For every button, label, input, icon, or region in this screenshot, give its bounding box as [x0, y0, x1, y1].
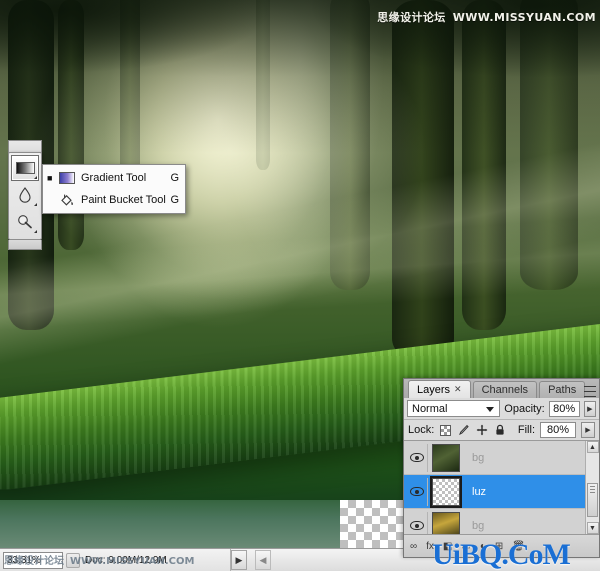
- gradient-icon: [15, 162, 35, 174]
- lock-row[interactable]: Lock: Fill: 80% ▶: [404, 420, 599, 441]
- tab-label: Layers: [417, 383, 451, 396]
- layer-name[interactable]: luz: [472, 486, 486, 498]
- blend-mode-row[interactable]: Normal Opacity: 80% ▶: [404, 398, 599, 420]
- chevron-down-icon: [486, 407, 495, 412]
- fill-slider-button[interactable]: ▶: [581, 422, 595, 438]
- lock-position-icon[interactable]: [475, 424, 488, 437]
- paint-bucket-icon: [57, 193, 77, 208]
- eye-icon: [409, 487, 424, 496]
- blur-icon: [19, 187, 31, 203]
- layer-visibility-toggle[interactable]: [406, 477, 428, 506]
- opacity-label: Opacity:: [504, 402, 545, 415]
- link-layers-icon[interactable]: ∞: [410, 541, 417, 552]
- fill-input[interactable]: 80%: [540, 422, 576, 438]
- table-row[interactable]: bg: [404, 441, 599, 475]
- opacity-slider-button[interactable]: ▶: [583, 400, 596, 417]
- layer-thumbnail-cell[interactable]: [428, 511, 464, 534]
- scrollbar-thumb[interactable]: [587, 483, 598, 517]
- layer-name[interactable]: bg: [472, 520, 484, 532]
- fill-label: Fill:: [517, 424, 535, 436]
- dodge-tool-button[interactable]: [11, 209, 39, 235]
- flyout-label: Paint Bucket Tool: [81, 194, 166, 206]
- tool-flyout-corner-icon: [34, 230, 37, 233]
- layer-style-icon[interactable]: fx: [426, 541, 434, 552]
- document-size-label: Doc: 9.00M/12.9M: [85, 554, 167, 566]
- delete-layer-icon[interactable]: 🗑: [512, 541, 525, 552]
- zoom-level-input[interactable]: 33.31%: [3, 551, 63, 569]
- tab-layers[interactable]: Layers ✕: [408, 380, 471, 398]
- layer-list[interactable]: bg luz bg ▲ ▼: [404, 441, 599, 535]
- tab-paths[interactable]: Paths: [539, 381, 586, 398]
- gradient-icon: [57, 172, 77, 184]
- blend-mode-select[interactable]: Normal: [407, 400, 501, 417]
- panel-tab-bar[interactable]: Layers ✕ Channels Paths: [404, 379, 599, 398]
- panel-menu-icon[interactable]: [584, 386, 596, 397]
- flyout-label: Gradient Tool: [81, 172, 147, 184]
- adjustment-layer-icon[interactable]: ◐: [480, 541, 486, 552]
- scroll-up-arrow-icon[interactable]: ▲: [586, 441, 599, 453]
- flyout-shortcut: G: [170, 172, 179, 184]
- tab-channels[interactable]: Channels: [472, 381, 538, 398]
- lock-all-icon[interactable]: [493, 424, 506, 437]
- layer-thumbnail: [430, 475, 462, 508]
- status-divider-handle[interactable]: [66, 552, 80, 568]
- scroll-down-arrow-icon[interactable]: ▼: [586, 522, 599, 534]
- transparency-checkerboard: [340, 500, 410, 548]
- tool-flyout-corner-icon: [34, 203, 37, 206]
- lock-transparent-pixels-icon[interactable]: [439, 424, 452, 437]
- close-icon[interactable]: ✕: [454, 384, 462, 395]
- layer-thumbnail-cell[interactable]: [428, 475, 464, 508]
- table-row[interactable]: luz: [404, 475, 599, 509]
- eye-icon: [409, 453, 424, 462]
- new-group-icon[interactable]: ▭: [461, 541, 470, 552]
- tab-label: Channels: [481, 384, 529, 396]
- active-tool-bullet-icon: ■: [47, 172, 53, 183]
- layer-mask-icon[interactable]: ◧: [443, 541, 452, 552]
- layers-panel[interactable]: – ✕ Layers ✕ Channels Paths Normal Opaci…: [403, 378, 600, 558]
- layer-thumbnail: [432, 511, 460, 534]
- layer-thumbnail: [432, 443, 460, 472]
- tools-palette[interactable]: [8, 152, 42, 240]
- layer-thumbnail-cell[interactable]: [428, 443, 464, 472]
- dodge-icon: [18, 215, 32, 229]
- gradient-tool-flyout-menu[interactable]: ■ Gradient Tool G Paint Bucket Tool G: [42, 164, 186, 214]
- tool-flyout-corner-icon: [34, 176, 37, 179]
- tab-label: Paths: [548, 384, 577, 396]
- lock-label: Lock:: [408, 424, 435, 436]
- scroll-left-arrow-icon[interactable]: ◀: [255, 550, 271, 570]
- flyout-shortcut: G: [170, 194, 179, 206]
- layer-visibility-toggle[interactable]: [406, 511, 428, 534]
- new-layer-icon[interactable]: ⊞: [495, 541, 503, 552]
- opacity-input[interactable]: 80%: [548, 400, 580, 417]
- scroll-right-arrow-icon[interactable]: ▶: [231, 550, 247, 570]
- blend-mode-value: Normal: [412, 402, 448, 415]
- gradient-tool-button[interactable]: [11, 155, 39, 181]
- eye-icon: [409, 521, 424, 530]
- blur-tool-button[interactable]: [11, 182, 39, 208]
- layer-visibility-toggle[interactable]: [406, 443, 428, 472]
- layers-panel-footer[interactable]: ∞ fx ◧ ▭ ◐ ⊞ 🗑: [404, 535, 599, 557]
- table-row[interactable]: bg: [404, 509, 599, 534]
- layer-name[interactable]: bg: [472, 452, 484, 464]
- toolbar-lower-clip: [8, 240, 42, 250]
- flyout-item-paint-bucket-tool[interactable]: Paint Bucket Tool G: [43, 189, 185, 211]
- vertical-scrollbar[interactable]: ▲ ▼: [585, 441, 599, 534]
- lock-image-pixels-icon[interactable]: [457, 424, 470, 437]
- flyout-item-gradient-tool[interactable]: ■ Gradient Tool G: [43, 167, 185, 189]
